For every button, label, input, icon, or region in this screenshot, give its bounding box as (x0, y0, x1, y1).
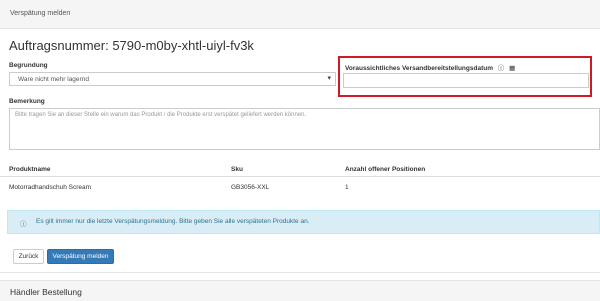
divider (0, 272, 600, 273)
column-header-product: Produktname (9, 166, 51, 173)
remark-textarea[interactable] (9, 108, 600, 150)
report-delay-button[interactable]: Verspätung melden (47, 249, 114, 264)
caret-down-icon: ▾ (327, 75, 331, 82)
info-circle-icon: ⓘ (20, 221, 27, 228)
cell-sku: GB3056-XXL (231, 184, 270, 191)
cell-product-name: Motorradhandschuh Scream (9, 184, 92, 191)
table-header-row: Produktname Sku Anzahl offener Positione… (0, 160, 600, 177)
info-alert: ⓘ Es gilt immer nur die letzte Verspätun… (7, 210, 600, 234)
cell-open-positions: 1 (345, 184, 349, 191)
reason-select[interactable]: Ware nicht mehr lagernd ▾ (9, 72, 336, 86)
info-alert-message: Es gilt immer nur die letzte Verspätungs… (36, 218, 310, 225)
panel-header: Verspätung melden (0, 0, 600, 29)
dealer-order-title: Händler Bestellung (10, 287, 82, 297)
reason-label: Begrundung (9, 62, 48, 69)
column-header-open-positions: Anzahl offener Positionen (345, 166, 426, 173)
panel-header-title: Verspätung melden (10, 10, 71, 17)
remark-label: Bemerkung (9, 98, 45, 105)
dealer-order-section-header: Händler Bestellung (0, 280, 600, 301)
column-header-sku: Sku (231, 166, 243, 173)
order-number-title: Auftragsnummer: 5790-m0by-xhtl-uiyl-fv3k (9, 38, 254, 53)
back-button[interactable]: Zurück (13, 249, 44, 264)
ship-date-highlight-box (338, 56, 592, 97)
reason-select-value: Ware nicht mehr lagernd (18, 76, 89, 83)
table-row: Motorradhandschuh Scream GB3056-XXL 1 (0, 176, 600, 198)
